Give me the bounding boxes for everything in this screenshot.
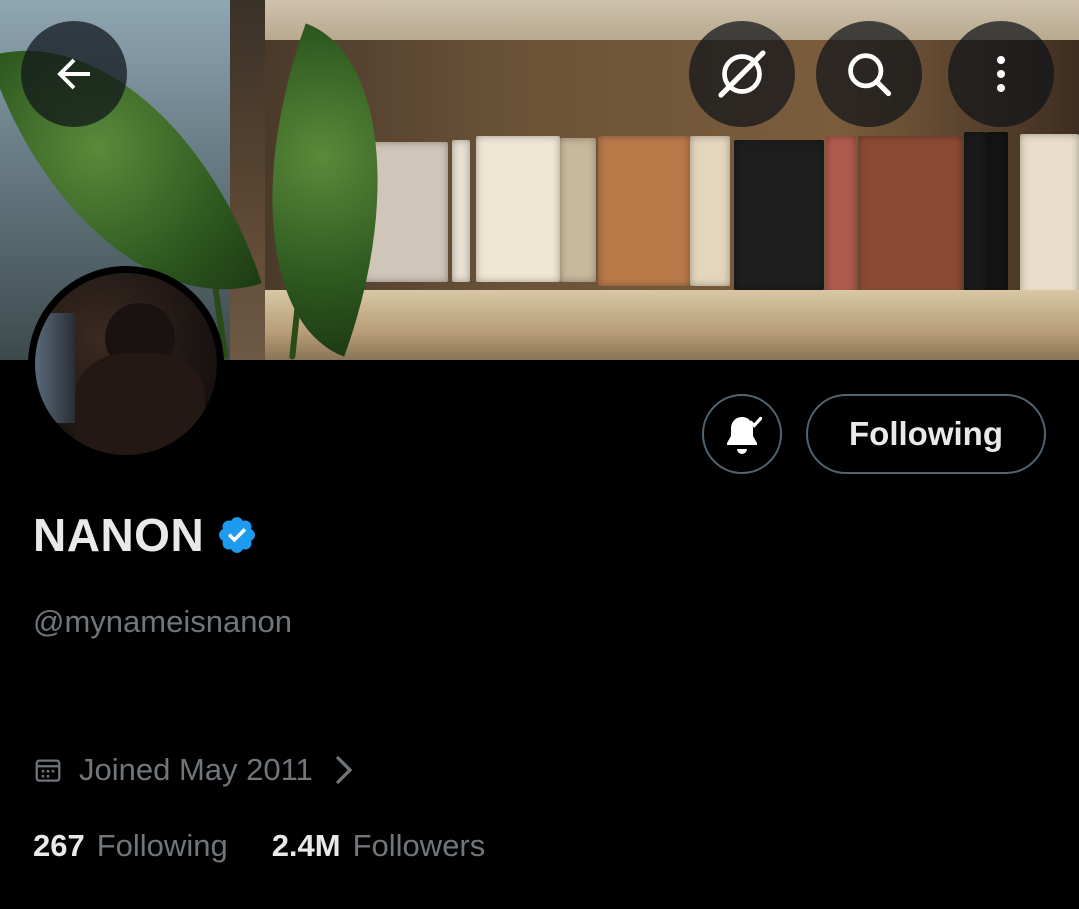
banner-shelf (265, 290, 1079, 360)
search-button[interactable] (816, 21, 922, 127)
banner-book (734, 140, 824, 290)
grok-button[interactable] (689, 21, 795, 127)
profile-handle: @mynameisnanon (33, 604, 292, 639)
following-count: 267 (33, 828, 85, 863)
profile-stats: 267 Following 2.4M Followers (33, 828, 485, 864)
following-button-label: Following (849, 415, 1003, 452)
profile-name-row: NANON (33, 508, 258, 562)
banner-book (560, 138, 596, 282)
banner-book (452, 140, 470, 282)
following-stat[interactable]: 267 Following (33, 828, 228, 864)
avatar-image (35, 273, 217, 455)
search-icon (848, 53, 892, 97)
arrow-left-icon (57, 58, 90, 90)
banner-book (826, 136, 856, 296)
profile-avatar[interactable] (28, 266, 224, 462)
bell-check-icon (727, 416, 763, 454)
banner-book (986, 132, 1008, 296)
banner-book (858, 136, 962, 296)
more-button[interactable] (948, 21, 1054, 127)
verified-badge-icon[interactable] (216, 514, 258, 556)
chevron-right-icon (336, 756, 353, 784)
banner-book (598, 136, 690, 286)
grok-icon (718, 50, 766, 98)
back-button[interactable] (21, 21, 127, 127)
avatar-figure-body (75, 353, 205, 455)
joined-date-text: Joined May 2011 (79, 752, 313, 787)
banner-book (690, 136, 730, 286)
profile-name: NANON (33, 509, 205, 561)
following-button[interactable]: Following (806, 394, 1046, 474)
joined-date-row[interactable]: Joined May 2011 (33, 752, 355, 788)
followers-stat-label: Followers (352, 828, 486, 863)
avatar-bg-shelf (35, 313, 75, 423)
followers-stat[interactable]: 2.4M Followers (272, 828, 486, 864)
calendar-icon (35, 759, 61, 782)
followers-count: 2.4M (271, 828, 341, 863)
banner-book (476, 136, 560, 282)
banner-shelf-top (265, 0, 1079, 40)
banner-book (1020, 134, 1079, 296)
banner-book (964, 132, 986, 296)
notifications-button[interactable] (702, 394, 782, 474)
more-vertical-icon (997, 56, 1005, 92)
following-stat-label: Following (96, 828, 228, 863)
